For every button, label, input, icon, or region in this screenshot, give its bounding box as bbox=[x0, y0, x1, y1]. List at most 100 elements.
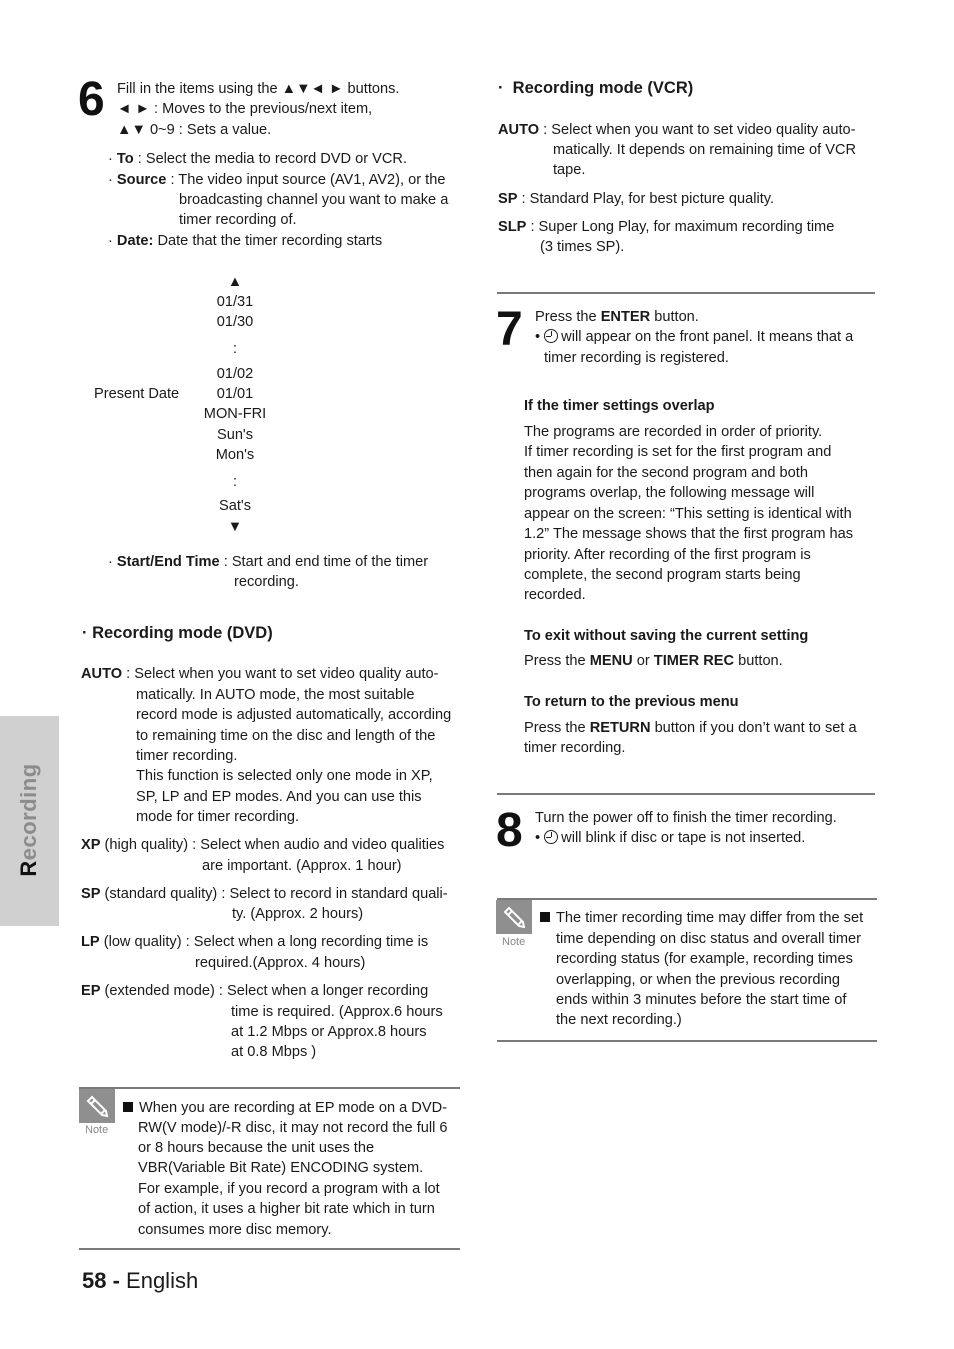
divider bbox=[497, 292, 875, 294]
date-option: Mon's bbox=[215, 447, 255, 463]
step-text: Press the ENTER button. bbox=[535, 309, 699, 325]
step-bullet: • will appear on the front panel. It mea… bbox=[535, 329, 854, 345]
mode-text: timer recording. bbox=[136, 748, 238, 764]
subheading-return: To return to the previous menu bbox=[524, 694, 739, 710]
date-option-ellipsis: : bbox=[232, 474, 238, 490]
overlap-text: 1.2” The message shows that the first pr… bbox=[524, 526, 854, 542]
mode-sp: SP (standard quality) : Select to record… bbox=[81, 886, 448, 902]
source-text: broadcasting channel you want to make a bbox=[179, 192, 449, 208]
mode-auto: AUTO : Select when you want to set video… bbox=[498, 122, 856, 138]
note-label: Note bbox=[502, 936, 526, 948]
mode-text: tape. bbox=[553, 162, 586, 178]
step-text: ▲▼ 0~9 : Sets a value. bbox=[117, 122, 272, 138]
note-text: recording status (for example, recording… bbox=[556, 951, 853, 967]
date-option: 01/01 bbox=[216, 386, 254, 402]
mode-text: ty. (Approx. 2 hours) bbox=[232, 906, 364, 922]
mode-text: mode for timer recording. bbox=[136, 809, 300, 825]
timer-clock-icon bbox=[544, 830, 559, 844]
subheading-exit: To exit without saving the current setti… bbox=[524, 628, 809, 644]
step-number: 7 bbox=[496, 303, 523, 356]
divider bbox=[497, 793, 875, 795]
date-option: MON-FRI bbox=[203, 406, 267, 422]
note-text: The timer recording time may differ from… bbox=[540, 908, 863, 928]
page-number: 58 - bbox=[82, 1268, 120, 1293]
overlap-text: then again for the second program and bo… bbox=[524, 465, 808, 481]
divider bbox=[497, 1040, 877, 1042]
section-heading: · Recording mode (DVD) bbox=[82, 624, 273, 642]
source-item: · Source : The video input source (AV1, … bbox=[108, 172, 446, 188]
date-option: Sun's bbox=[216, 427, 254, 443]
step-text: ◄ ► : Moves to the previous/next item, bbox=[117, 101, 373, 117]
return-text: timer recording. bbox=[524, 740, 626, 756]
step-text: Turn the power off to finish the timer r… bbox=[535, 810, 837, 826]
source-text: timer recording of. bbox=[179, 212, 297, 228]
note-text: or 8 hours because the unit uses the bbox=[138, 1140, 375, 1156]
mode-ep: EP (extended mode) : Select when a longe… bbox=[81, 983, 429, 999]
divider bbox=[79, 1087, 460, 1089]
mode-text: matically. In AUTO mode, the most suitab… bbox=[136, 687, 415, 703]
overlap-text: priority. After recording of the first p… bbox=[524, 547, 811, 563]
step-bullet: • will blink if disc or tape is not inse… bbox=[535, 830, 806, 846]
note-text: VBR(Variable Bit Rate) ENCODING system. bbox=[138, 1160, 424, 1176]
mode-sp: SP : Standard Play, for best picture qua… bbox=[498, 191, 775, 207]
step-number: 8 bbox=[496, 804, 523, 857]
divider bbox=[79, 1248, 460, 1250]
mode-xp: XP (high quality) : Select when audio an… bbox=[81, 837, 445, 853]
square-bullet-icon bbox=[123, 1102, 133, 1112]
start-end-text: recording. bbox=[234, 574, 299, 590]
overlap-text: appear on the screen: “This setting is i… bbox=[524, 506, 852, 522]
mode-text: SP, LP and EP modes. And you can use thi… bbox=[136, 789, 422, 805]
note-text: the next recording.) bbox=[556, 1012, 682, 1028]
step-text: timer recording is registered. bbox=[544, 350, 729, 366]
note-text: ends within 3 minutes before the start t… bbox=[556, 992, 847, 1008]
mode-slp: SLP : Super Long Play, for maximum recor… bbox=[498, 219, 835, 235]
divider bbox=[497, 898, 877, 900]
exit-text: Press the MENU or TIMER REC button. bbox=[524, 653, 783, 669]
section-heading: · Recording mode (VCR) bbox=[498, 79, 694, 97]
mode-text: This function is selected only one mode … bbox=[136, 768, 433, 784]
overlap-text: complete, the second program starts bein… bbox=[524, 567, 801, 583]
date-item: · Date: Date that the timer recording st… bbox=[108, 233, 383, 249]
present-date-label: Present Date bbox=[94, 386, 180, 402]
note-text: For example, if you record a program wit… bbox=[138, 1181, 440, 1197]
step-text: Fill in the items using the ▲▼◄ ► button… bbox=[117, 81, 400, 97]
date-option: Sat's bbox=[219, 498, 251, 514]
overlap-text: The programs are recorded in order of pr… bbox=[524, 424, 823, 440]
mode-auto: AUTO : Select when you want to set video… bbox=[81, 666, 439, 682]
mode-text: to remaining time on the disc and length… bbox=[136, 728, 436, 744]
note-pencil-icon bbox=[79, 1089, 115, 1123]
date-option: 01/31 bbox=[216, 294, 254, 310]
note-text: When you are recording at EP mode on a D… bbox=[123, 1098, 447, 1118]
note-text: time depending on disc status and overal… bbox=[556, 931, 862, 947]
note-text: consumes more disc memory. bbox=[138, 1222, 332, 1238]
up-arrow-icon: ▲ bbox=[227, 274, 243, 290]
note-label: Note bbox=[85, 1124, 109, 1136]
page-footer: 58 - English bbox=[82, 1268, 198, 1294]
mode-text: time is required. (Approx.6 hours bbox=[231, 1004, 443, 1020]
side-tab-label: Recording bbox=[16, 763, 41, 877]
overlap-text: programs overlap, the following message … bbox=[524, 485, 815, 501]
start-end-item: · Start/End Time : Start and end time of… bbox=[108, 554, 429, 570]
mode-text: required.(Approx. 4 hours) bbox=[195, 955, 366, 971]
mode-text: (3 times SP). bbox=[540, 239, 625, 255]
to-item: · To : Select the media to record DVD or… bbox=[108, 151, 408, 167]
mode-text: matically. It depends on remaining time … bbox=[553, 142, 857, 158]
mode-text: record mode is adjusted automatically, a… bbox=[136, 707, 452, 723]
overlap-text: If timer recording is set for the first … bbox=[524, 444, 832, 460]
note-text: overlapping, or when the previous record… bbox=[556, 972, 840, 988]
step-number: 6 bbox=[78, 73, 105, 126]
subheading-overlap: If the timer settings overlap bbox=[524, 398, 715, 414]
note-text: of action, it uses a higher bit rate whi… bbox=[138, 1201, 435, 1217]
mode-text: at 1.2 Mbps or Approx.8 hours bbox=[231, 1024, 427, 1040]
mode-lp: LP (low quality) : Select when a long re… bbox=[81, 934, 429, 950]
mode-text: are important. (Approx. 1 hour) bbox=[202, 858, 402, 874]
note-text: RW(V mode)/-R disc, it may not record th… bbox=[138, 1120, 448, 1136]
overlap-text: recorded. bbox=[524, 587, 586, 603]
note-pencil-icon bbox=[496, 900, 532, 934]
timer-clock-icon bbox=[544, 329, 559, 343]
date-option: 01/02 bbox=[216, 366, 254, 382]
date-option: 01/30 bbox=[216, 314, 254, 330]
date-option-ellipsis: : bbox=[232, 341, 238, 357]
page-language: English bbox=[119, 1268, 199, 1293]
square-bullet-icon bbox=[540, 912, 550, 922]
